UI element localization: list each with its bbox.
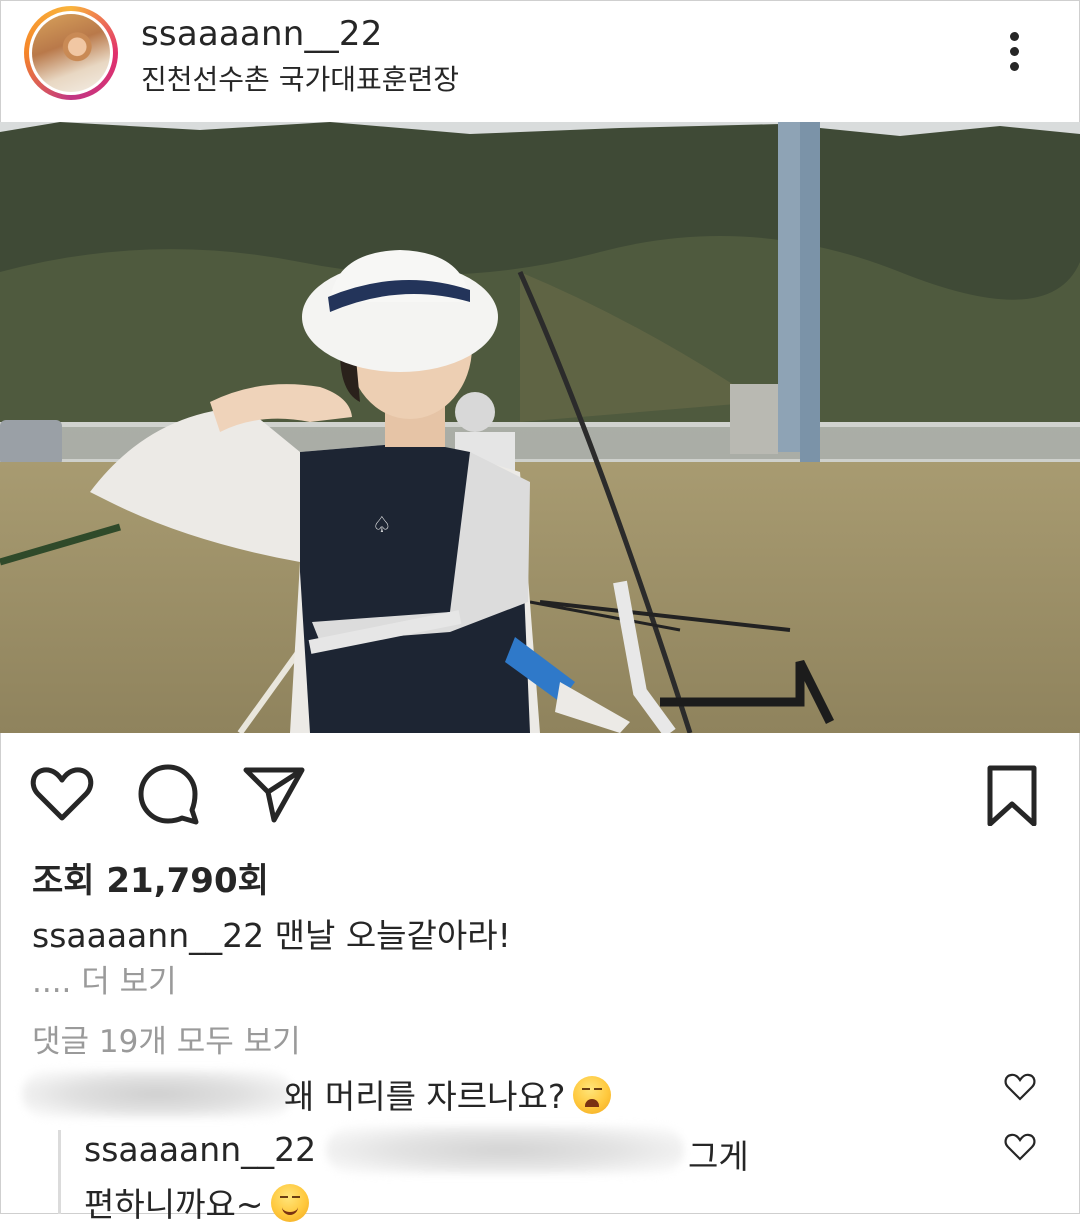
blurred-username [22, 1070, 292, 1118]
weary-face-icon [573, 1076, 612, 1114]
post-photo[interactable]: ♤ [0, 122, 1080, 733]
reply-like-heart-icon[interactable] [1004, 1131, 1036, 1161]
post-header: ssaaaann__22 진천선수촌 국가대표훈련장 [0, 0, 1080, 122]
reply-item: ssaaaann__22 그게 편하니까요~ [84, 1126, 984, 1224]
reply-text-cont-body: 편하니까요~ [84, 1185, 264, 1224]
comment-item: 왜 머리를 자르나요? [22, 1062, 1080, 1122]
username[interactable]: ssaaaann__22 [141, 14, 383, 54]
archery-scene: ♤ [0, 122, 1080, 733]
paper-plane-icon[interactable] [242, 762, 306, 826]
bookmark-icon[interactable] [980, 762, 1044, 827]
comment-like-heart-icon[interactable] [1004, 1071, 1036, 1101]
more-vertical-icon[interactable] [1000, 28, 1030, 78]
avatar-image-frame [29, 11, 113, 95]
reply-thread-line [58, 1130, 61, 1214]
smirking-face-icon [271, 1184, 310, 1222]
view-all-comments-link[interactable]: 댓글 19개 모두 보기 [32, 1016, 301, 1061]
caption-text: 맨날 오늘같아라! [274, 916, 511, 955]
comment-bubble-icon[interactable] [136, 762, 200, 826]
action-bar [0, 748, 1080, 838]
avatar-photo [32, 14, 110, 92]
heart-icon[interactable] [30, 762, 94, 826]
caption-username[interactable]: ssaaaann__22 [32, 916, 264, 955]
view-count: 조회 21,790회 [32, 861, 269, 901]
reply-text-continued: 편하니까요~ [84, 1178, 310, 1226]
reply-username[interactable]: ssaaaann__22 [84, 1130, 316, 1169]
svg-text:♤: ♤ [372, 512, 392, 537]
location-link[interactable]: 진천선수촌 국가대표훈련장 [141, 58, 459, 98]
caption: ssaaaann__22 맨날 오늘같아라! [32, 909, 511, 957]
comment-body: 왜 머리를 자르나요? [284, 1077, 566, 1116]
comment-text: 왜 머리를 자르나요? [284, 1070, 612, 1118]
blurred-mention [326, 1126, 684, 1174]
avatar[interactable] [24, 6, 118, 100]
reply-text: 그게 [688, 1137, 749, 1176]
more-link[interactable]: .... 더 보기 [32, 956, 177, 1001]
